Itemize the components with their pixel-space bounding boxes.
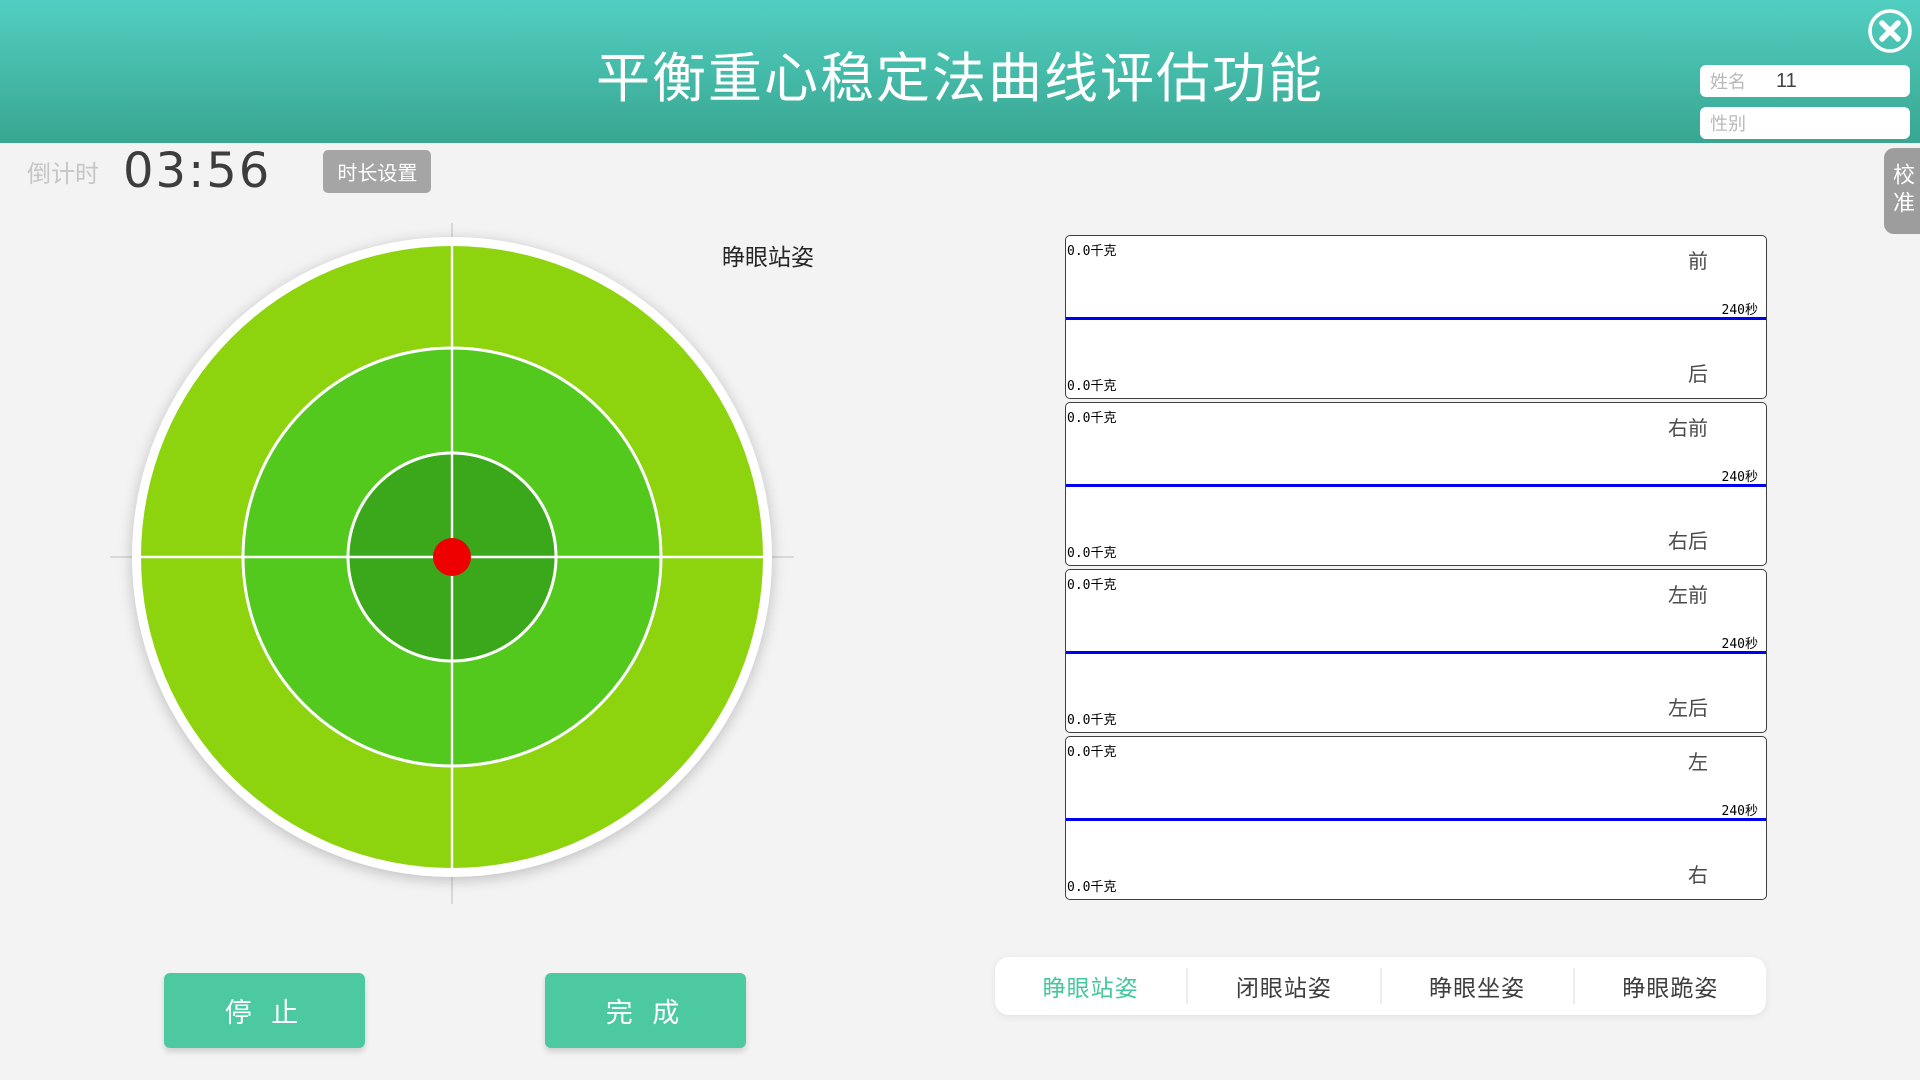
direction-label-top: 左	[1688, 746, 1708, 775]
center-of-pressure-dot	[433, 538, 471, 576]
countdown-label: 倒计时	[27, 154, 99, 189]
name-field-value: 11	[1776, 70, 1797, 93]
tab-eyes-open-sitting[interactable]: 睁眼坐姿	[1382, 957, 1573, 1015]
curve-panel-leftfront-leftback: 0.0千克 左前 240秒 左后 0.0千克	[1065, 569, 1767, 733]
stop-button[interactable]: 停 止	[164, 973, 365, 1048]
direction-label-bottom: 后	[1688, 358, 1708, 387]
page-title: 平衡重心稳定法曲线评估功能	[0, 34, 1920, 113]
tab-eyes-open-kneeling[interactable]: 睁眼跪姿	[1575, 957, 1766, 1015]
gender-field[interactable]: 性别	[1700, 107, 1910, 139]
kg-value-top: 0.0千克	[1067, 407, 1116, 426]
countdown-row: 倒计时 03:56 时长设置	[27, 145, 431, 197]
calibrate-button[interactable]: 校准	[1884, 148, 1920, 234]
kg-value-bottom: 0.0千克	[1067, 542, 1116, 561]
kg-value-top: 0.0千克	[1067, 240, 1116, 259]
kg-value-top: 0.0千克	[1067, 741, 1116, 760]
curve-panel-rightfront-rightback: 0.0千克 右前 240秒 右后 0.0千克	[1065, 402, 1767, 566]
kg-value-top: 0.0千克	[1067, 574, 1116, 593]
tab-eyes-closed-standing[interactable]: 闭眼站姿	[1188, 957, 1379, 1015]
direction-label-top: 左前	[1668, 579, 1708, 608]
direction-label-top: 前	[1688, 245, 1708, 274]
kg-value-bottom: 0.0千克	[1067, 709, 1116, 728]
time-axis-label: 240秒	[1722, 633, 1758, 652]
time-axis-label: 240秒	[1722, 466, 1758, 485]
curve-panel-front-back: 0.0千克 前 240秒 后 0.0千克	[1065, 235, 1767, 399]
time-axis-line	[1066, 651, 1766, 654]
kg-value-bottom: 0.0千克	[1067, 375, 1116, 394]
direction-label-bottom: 右后	[1668, 525, 1708, 554]
balance-assessment-app: 平衡重心稳定法曲线评估功能 姓名 11 性别 校准 倒计时	[0, 0, 1920, 1080]
time-axis-label: 240秒	[1722, 299, 1758, 318]
weight-curve-panels: 0.0千克 前 240秒 后 0.0千克 0.0千克 右前 240秒 右后 0.…	[1065, 235, 1767, 903]
close-icon	[1866, 43, 1914, 58]
time-axis-line	[1066, 317, 1766, 320]
posture-tab-bar: 睁眼站姿 闭眼站姿 睁眼坐姿 睁眼跪姿	[995, 957, 1766, 1015]
direction-label-top: 右前	[1668, 412, 1708, 441]
header-bar: 平衡重心稳定法曲线评估功能 姓名 11 性别	[0, 0, 1920, 143]
tab-eyes-open-standing[interactable]: 睁眼站姿	[995, 957, 1186, 1015]
duration-setting-button[interactable]: 时长设置	[323, 150, 431, 193]
close-button[interactable]	[1866, 7, 1914, 55]
curve-panel-left-right: 0.0千克 左 240秒 右 0.0千克	[1065, 736, 1767, 900]
done-button[interactable]: 完 成	[545, 973, 746, 1048]
countdown-value: 03:56	[123, 143, 271, 199]
direction-label-bottom: 左后	[1668, 692, 1708, 721]
time-axis-label: 240秒	[1722, 800, 1758, 819]
time-axis-line	[1066, 484, 1766, 487]
name-field[interactable]: 姓名 11	[1700, 65, 1910, 97]
patient-id-fields: 姓名 11 性别	[1700, 65, 1910, 149]
time-axis-line	[1066, 818, 1766, 821]
gender-field-label: 性别	[1710, 110, 1746, 136]
name-field-label: 姓名	[1710, 68, 1746, 94]
direction-label-bottom: 右	[1688, 859, 1708, 888]
balance-target	[102, 207, 802, 907]
kg-value-bottom: 0.0千克	[1067, 876, 1116, 895]
